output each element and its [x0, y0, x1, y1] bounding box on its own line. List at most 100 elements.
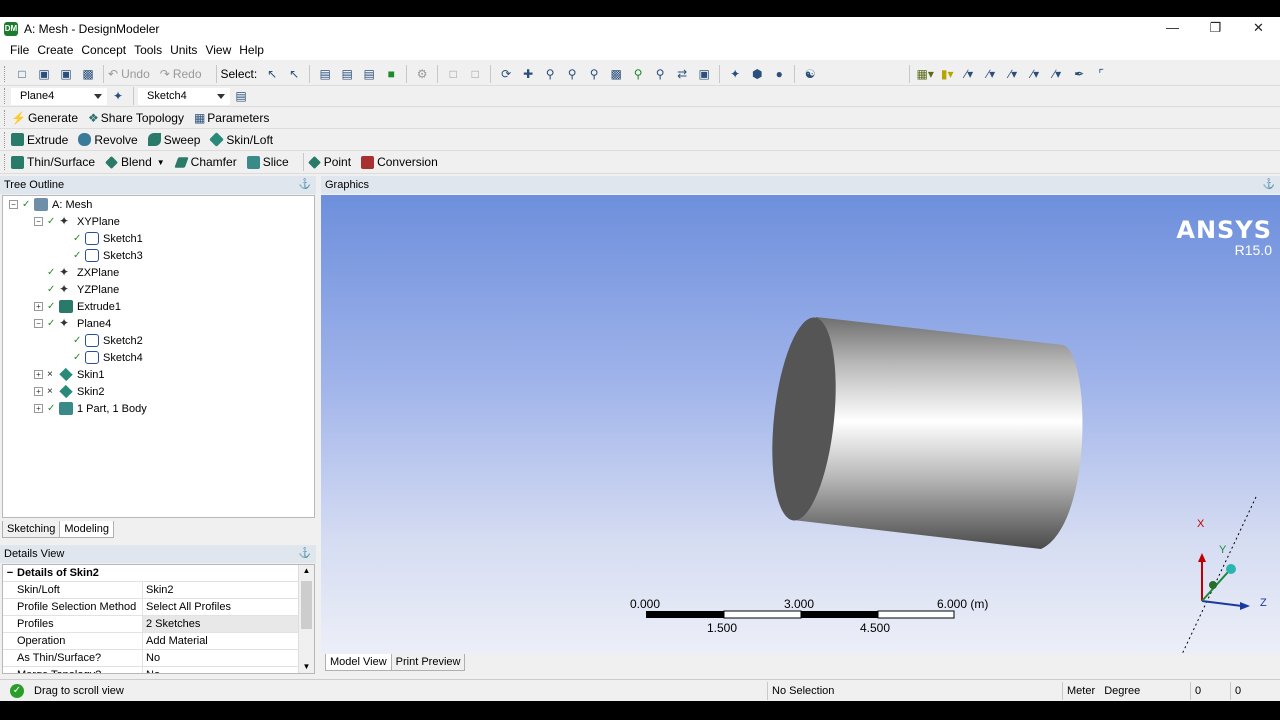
extend-selection-icon[interactable]: ⚙	[412, 65, 432, 83]
details-value[interactable]: No	[143, 667, 160, 673]
minimize-button[interactable]: —	[1151, 17, 1194, 40]
slice-button[interactable]: Slice	[246, 155, 289, 169]
redo-button[interactable]: ↷ Redo	[160, 67, 202, 81]
tree-item-sketch1[interactable]: ✓ Sketch1	[73, 230, 143, 247]
details-value[interactable]: No	[143, 650, 160, 666]
tab-print-preview[interactable]: Print Preview	[390, 654, 466, 671]
new-icon[interactable]: □	[12, 65, 32, 83]
tab-sketching[interactable]: Sketching	[2, 521, 61, 538]
skin-loft-button[interactable]: Skin/Loft	[209, 132, 273, 147]
zoom-in-icon[interactable]: ⚲	[562, 65, 582, 83]
thin-surface-button[interactable]: Thin/Surface	[11, 155, 95, 169]
tree-item-skin1[interactable]: + × Skin1	[34, 366, 105, 383]
zoom-icon[interactable]: ⚲	[540, 65, 560, 83]
details-row[interactable]: Operation Add Material	[3, 633, 299, 650]
tree-item-mesh[interactable]: − ✓ A: Mesh	[9, 196, 92, 213]
details-value[interactable]: Select All Profiles	[143, 599, 231, 615]
details-row[interactable]: Profile Selection Method Select All Prof…	[3, 599, 299, 616]
collapse-icon[interactable]: −	[3, 565, 17, 581]
details-value[interactable]: Skin2	[143, 582, 174, 598]
scroll-down-icon[interactable]: ▼	[299, 661, 314, 673]
select-pointer-icon[interactable]: ↖	[262, 65, 282, 83]
pin-icon[interactable]: ⚓	[299, 176, 311, 194]
plane-dropdown[interactable]: Plane4	[11, 87, 107, 105]
triad-icon[interactable]: ✦	[725, 65, 745, 83]
menu-help[interactable]: Help	[235, 43, 268, 57]
collapse-icon[interactable]: −	[34, 217, 43, 226]
screenshot-icon[interactable]: ▩	[78, 65, 98, 83]
line-tool-2-icon[interactable]: ∕▾	[981, 65, 1001, 83]
ruler-icon[interactable]: ⌜	[1091, 65, 1111, 83]
tab-modeling[interactable]: Modeling	[59, 521, 114, 538]
details-scrollbar[interactable]: ▲ ▼	[298, 565, 314, 673]
line-tool-5-icon[interactable]: ∕▾	[1047, 65, 1067, 83]
menu-file[interactable]: File	[6, 43, 33, 57]
tree-item-yzplane[interactable]: ✓ ✦ YZPlane	[47, 281, 119, 298]
scrollbar-thumb[interactable]	[301, 581, 312, 629]
line-tool-1-icon[interactable]: ∕▾	[959, 65, 979, 83]
select-faces-icon[interactable]: ▤	[359, 65, 379, 83]
menu-concept[interactable]: Concept	[77, 43, 130, 57]
line-tool-3-icon[interactable]: ∕▾	[1003, 65, 1023, 83]
tree-item-extrude1[interactable]: + ✓ Extrude1	[34, 298, 121, 315]
save-as-icon[interactable]: ▣	[56, 65, 76, 83]
parameters-button[interactable]: ▦ Parameters	[194, 111, 269, 125]
tree-item-sketch3[interactable]: ✓ Sketch3	[73, 247, 143, 264]
isometric-icon[interactable]: ⬢	[747, 65, 767, 83]
tree-item-xyplane[interactable]: − ✓ ✦ XYPlane	[34, 213, 120, 230]
tree-item-sketch4[interactable]: ✓ Sketch4	[73, 349, 143, 366]
box-select-icon[interactable]: □	[443, 65, 463, 83]
restore-button[interactable]: ❐	[1194, 17, 1237, 40]
box-select-2-icon[interactable]: □	[465, 65, 485, 83]
select-edges-icon[interactable]: ▤	[337, 65, 357, 83]
new-sketch-icon[interactable]: ▤	[231, 87, 251, 105]
collapse-icon[interactable]: −	[34, 319, 43, 328]
cylinder-body[interactable]	[764, 314, 1083, 549]
tree-item-plane4[interactable]: − ✓ ✦ Plane4	[34, 315, 111, 332]
expand-icon[interactable]: +	[34, 370, 43, 379]
tab-model-view[interactable]: Model View	[325, 654, 392, 671]
details-row[interactable]: Merge Topology? No	[3, 667, 299, 673]
select-points-icon[interactable]: ▤	[315, 65, 335, 83]
select-bodies-icon[interactable]: ■	[381, 65, 401, 83]
pin-icon[interactable]: ⚓	[299, 545, 311, 563]
conversion-button[interactable]: Conversion	[361, 155, 438, 169]
next-view-icon[interactable]: ▣	[694, 65, 714, 83]
tree-item-skin2[interactable]: + × Skin2	[34, 383, 105, 400]
scroll-up-icon[interactable]: ▲	[299, 565, 314, 577]
menu-units[interactable]: Units	[166, 43, 201, 57]
generate-button[interactable]: ⚡ Generate	[11, 111, 78, 125]
expand-icon[interactable]: +	[34, 387, 43, 396]
zoom-fit-icon[interactable]: ▩	[606, 65, 626, 83]
pan-icon[interactable]: ✚	[518, 65, 538, 83]
look-at-icon[interactable]: ☯	[800, 65, 820, 83]
line-tool-4-icon[interactable]: ∕▾	[1025, 65, 1045, 83]
collapse-icon[interactable]: −	[9, 200, 18, 209]
magnifier-icon[interactable]: ⚲	[650, 65, 670, 83]
menu-view[interactable]: View	[201, 43, 235, 57]
tree-item-sketch2[interactable]: ✓ Sketch2	[73, 332, 143, 349]
chamfer-button[interactable]: Chamfer	[174, 155, 237, 169]
menu-tools[interactable]: Tools	[130, 43, 166, 57]
undo-button[interactable]: ↶ Undo	[108, 67, 150, 81]
blend-button[interactable]: Blend ▼	[105, 155, 165, 169]
rotate-icon[interactable]: ⟳	[496, 65, 516, 83]
share-topology-button[interactable]: ❖ Share Topology	[88, 111, 184, 125]
tree-item-zxplane[interactable]: ✓ ✦ ZXPlane	[47, 264, 119, 281]
zoom-to-fit-icon[interactable]: ⚲	[628, 65, 648, 83]
zoom-box-icon[interactable]: ⚲	[584, 65, 604, 83]
expand-icon[interactable]: +	[34, 404, 43, 413]
expand-icon[interactable]: +	[34, 302, 43, 311]
details-value[interactable]: Add Material	[143, 633, 208, 649]
point-button[interactable]: Point	[307, 155, 351, 169]
select-mode-icon[interactable]: ↖	[284, 65, 304, 83]
graphics-viewport[interactable]: ANSYS R15.0 0.000 3.000 6.000 (m) 1.500 …	[321, 195, 1280, 654]
pencil-icon[interactable]: ✒	[1069, 65, 1089, 83]
details-row[interactable]: As Thin/Surface? No	[3, 650, 299, 667]
sweep-button[interactable]: Sweep	[147, 133, 200, 147]
details-value[interactable]: 2 Sketches	[143, 616, 299, 632]
details-group-row[interactable]: − Details of Skin2	[3, 565, 299, 582]
details-row[interactable]: Profiles 2 Sketches	[3, 616, 299, 633]
display-mode-icon[interactable]: ▦▾	[915, 65, 935, 83]
pin-icon[interactable]: ⚓	[1263, 176, 1275, 194]
